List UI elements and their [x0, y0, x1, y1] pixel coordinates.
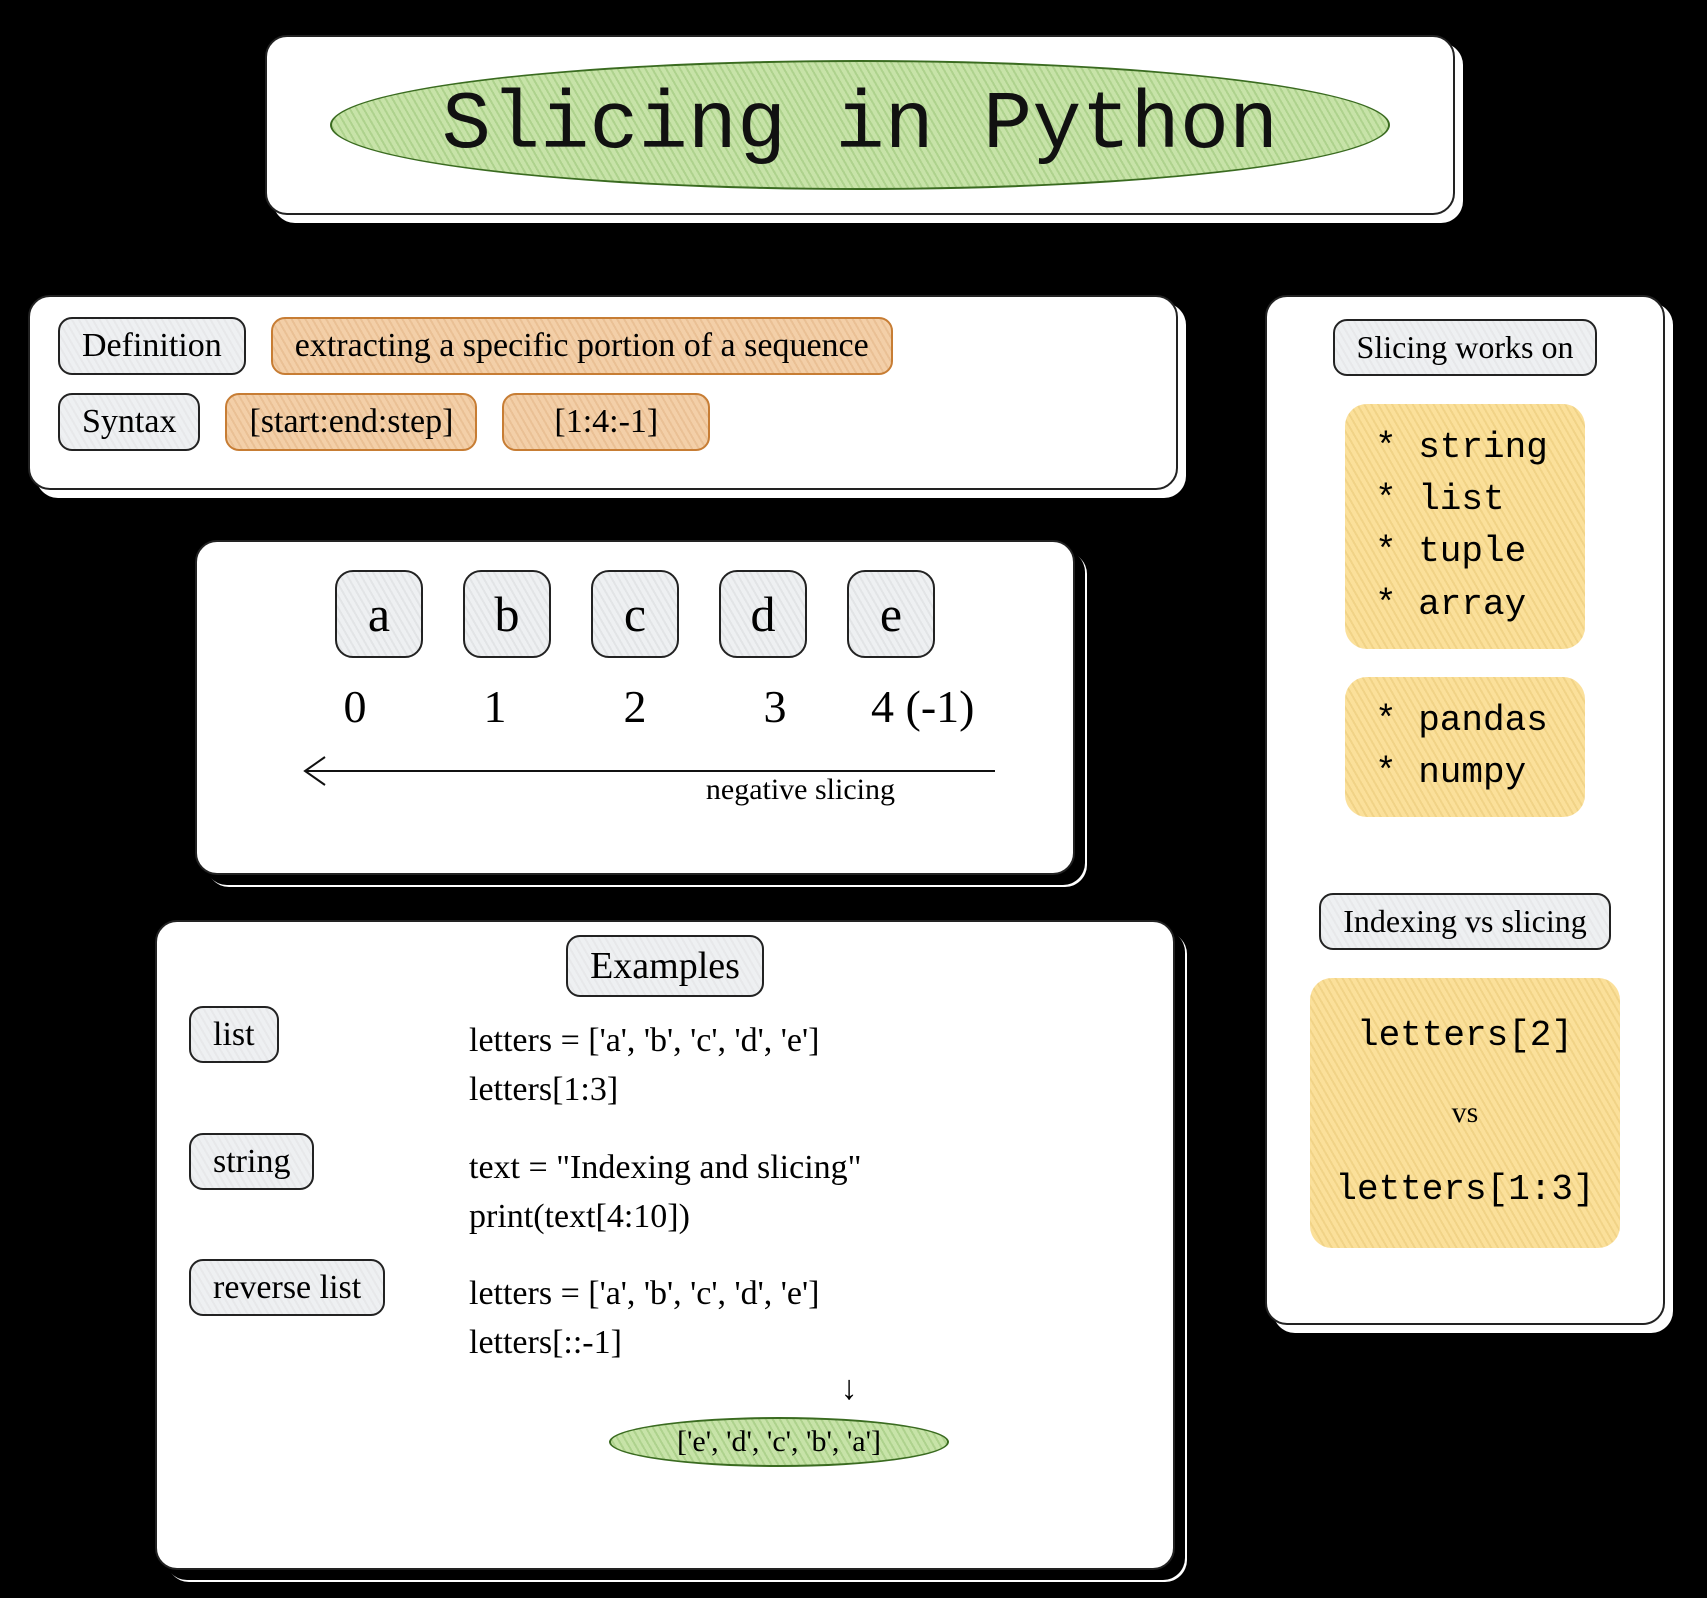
example-code-reverse: letters = ['a', 'b', 'c', 'd', 'e'] lett…: [469, 1269, 949, 1467]
letter-box: b: [463, 570, 551, 658]
examples-title: Examples: [566, 935, 764, 997]
page-title: Slicing in Python: [442, 79, 1279, 172]
works-on-group-2: * pandas * numpy: [1345, 677, 1585, 817]
sidebar-card: Slicing works on * string * list * tuple…: [1265, 295, 1665, 1325]
down-arrow-icon: ↓: [749, 1364, 949, 1413]
works-on-label: Slicing works on: [1333, 319, 1598, 376]
index-label: 3: [731, 680, 819, 733]
letter-box: e: [847, 570, 935, 658]
syntax-example: [1:4:-1]: [502, 393, 710, 451]
reverse-result: ['e', 'd', 'c', 'b', 'a']: [609, 1417, 949, 1467]
letter-box: c: [591, 570, 679, 658]
compare-indexing: letters[2]: [1357, 1010, 1573, 1062]
index-label: 0: [311, 680, 399, 733]
letter-box: a: [335, 570, 423, 658]
example-label-list: list: [189, 1006, 279, 1063]
negative-slicing-label: negative slicing: [706, 773, 895, 807]
example-code-string: text = "Indexing and slicing" print(text…: [469, 1143, 862, 1242]
index-label: 2: [591, 680, 679, 733]
compare-slicing: letters[1:3]: [1335, 1164, 1594, 1216]
example-label-string: string: [189, 1133, 314, 1190]
negative-arrow: negative slicing: [235, 751, 1035, 811]
example-code-list: letters = ['a', 'b', 'c', 'd', 'e'] lett…: [469, 1016, 819, 1115]
syntax-pattern: [start:end:step]: [225, 393, 477, 451]
index-label: 1: [451, 680, 539, 733]
definition-text: extracting a specific portion of a seque…: [271, 317, 893, 375]
syntax-label: Syntax: [58, 393, 200, 451]
compare-box: letters[2] vs letters[1:3]: [1310, 978, 1620, 1248]
title-card: Slicing in Python: [265, 35, 1455, 215]
definition-label: Definition: [58, 317, 246, 375]
compare-vs: vs: [1452, 1091, 1479, 1135]
title-ellipse: Slicing in Python: [330, 60, 1390, 190]
compare-label: Indexing vs slicing: [1319, 893, 1611, 950]
works-on-group-1: * string * list * tuple * array: [1345, 404, 1585, 649]
example-label-reverse: reverse list: [189, 1259, 385, 1316]
letters-card: a b c d e 0 1 2 3 4 (-1) negative slicin…: [195, 540, 1075, 875]
definition-card: Definition extracting a specific portion…: [28, 295, 1178, 490]
letter-box: d: [719, 570, 807, 658]
index-label: 4 (-1): [871, 680, 959, 733]
examples-card: Examples list letters = ['a', 'b', 'c', …: [155, 920, 1175, 1570]
